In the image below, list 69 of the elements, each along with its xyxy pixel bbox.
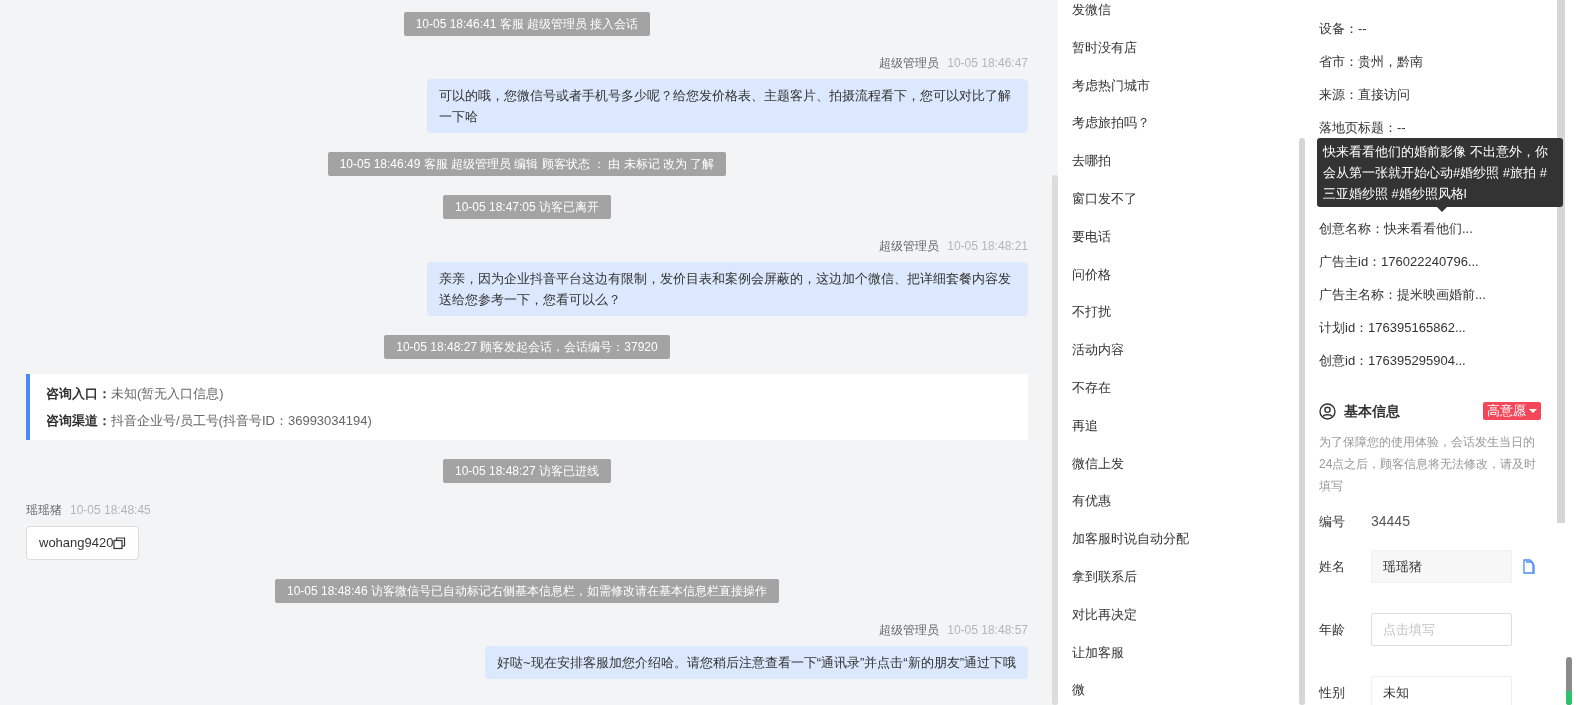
info-value: 未知(暂无入口信息) [111, 386, 224, 401]
message-bubble: 好哒~现在安排客服加您介绍哈。请您稍后注意查看一下“通讯录”并点击“新的朋友”通过下哦 [485, 646, 1028, 679]
scrollbar[interactable] [1557, 0, 1565, 523]
field-value: 34445 [1371, 512, 1410, 531]
detail-row-text: 设备：-- [1319, 20, 1368, 38]
message-time: 10-05 18:46:47 [947, 55, 1028, 71]
caret-icon [1529, 409, 1537, 413]
sender-name: 瑶瑶猪 [26, 502, 62, 518]
detail-row-text: 广告主id：176022240796... [1319, 253, 1480, 271]
system-message: 10-05 18:48:27 顾客发起会话，会话编号：37920 [384, 335, 670, 359]
system-message: 10-05 18:48:46 访客微信号已自动标记右侧基本信息栏，如需修改请在基本信息栏直接操作 [274, 579, 780, 603]
gender-field[interactable]: 未知 [1371, 676, 1512, 705]
name-field[interactable]: 瑶瑶猪 [1371, 550, 1512, 583]
scrollbar[interactable] [1299, 138, 1305, 705]
notice-text: 为了保障您的使用体验，会话发生当日的24点之后，顾客信息将无法修改，请及时填写 [1319, 434, 1538, 495]
message-time: 10-05 18:48:21 [947, 238, 1028, 254]
quick-reply-item[interactable]: 对比再决定 [1072, 595, 1298, 634]
detail-row-text: 计划id：176395165862... [1319, 319, 1467, 337]
quick-reply-item[interactable]: 微 [1072, 671, 1298, 705]
quick-reply-item[interactable]: 考虑热门城市 [1072, 66, 1298, 105]
info-value: 抖音企业号/员工号(抖音号ID：36993034194) [111, 413, 372, 428]
sender-name: 超级管理员 [879, 238, 940, 254]
system-message: 10-05 18:46:49 客服 超级管理员 编辑 顾客状态 ： 由 未标记 改为 了解 [327, 152, 727, 176]
detail-row-text: 创意名称：快来看看他们... [1319, 220, 1474, 238]
message-time: 10-05 18:48:45 [70, 502, 151, 518]
copy-icon[interactable] [113, 536, 127, 550]
user-icon [1319, 402, 1336, 420]
detail-row-text: 来源：直接访问 [1319, 86, 1411, 104]
sender-name: 超级管理员 [879, 55, 940, 71]
intent-dropdown[interactable]: 高意愿 [1483, 402, 1541, 420]
tooltip-arrow-icon [1437, 207, 1447, 212]
info-label: 咨询入口： [46, 386, 111, 401]
quick-reply-item[interactable]: 不打扰 [1072, 293, 1298, 332]
field-label: 编号 [1319, 512, 1346, 531]
detail-row-text: 广告主名称：提米映画婚前... [1319, 286, 1487, 304]
message-bubble: 可以的哦，您微信号或者手机号多少呢？给您发价格表、主题客片、拍摄流程看下，您可以对比了解一下哈 [427, 79, 1028, 133]
system-message: 10-05 18:46:41 客服 超级管理员 接入会话 [403, 12, 651, 36]
field-label: 姓名 [1319, 557, 1346, 576]
quick-reply-item[interactable]: 让加客服 [1072, 633, 1298, 672]
quick-reply-item[interactable]: 问价格 [1072, 255, 1298, 294]
quick-reply-item[interactable]: 暂时没有店 [1072, 28, 1298, 67]
detail-row-text: 省市：贵州，黔南 [1319, 53, 1424, 71]
quick-reply-item[interactable]: 有优惠 [1072, 482, 1298, 521]
sender-name: 超级管理员 [879, 622, 940, 638]
quick-reply-item[interactable]: 加客服时说自动分配 [1072, 520, 1298, 558]
quick-reply-item[interactable]: 发微信 [1072, 0, 1298, 29]
detail-row-text: 创意id：176395295904... [1319, 352, 1467, 370]
scrollbar[interactable] [1052, 175, 1058, 705]
detail-row-text: 落地页标题：-- [1319, 119, 1407, 137]
message-bubble: 亲亲，因为企业抖音平台这边有限制，发价目表和案例会屏蔽的，这边加个微信、把详细套餐内容发送给您参考一下，您看可以么？ [427, 262, 1028, 316]
field-label: 年龄 [1319, 620, 1346, 639]
system-message: 10-05 18:48:27 访客已进线 [442, 459, 612, 483]
message-time: 10-05 18:48:57 [947, 622, 1028, 638]
quick-reply-item[interactable]: 微信上发 [1072, 444, 1298, 483]
quick-reply-item[interactable]: 不存在 [1072, 368, 1298, 407]
message-text: wohang9420 [39, 534, 114, 552]
quick-reply-item[interactable]: 考虑旅拍吗？ [1072, 104, 1298, 143]
scrollbar-thumb[interactable] [1566, 657, 1572, 705]
section-title: 基本信息 [1344, 401, 1400, 421]
quick-reply-item[interactable]: 拿到联系后 [1072, 557, 1298, 596]
tooltip: 快来看看他们的婚前影像 不出意外，你会从第一张就开始心动#婚纱照 #旅拍 #三亚婚纱照 #婚纱照风格l [1317, 138, 1563, 207]
quick-reply-item[interactable]: 窗口发不了 [1072, 180, 1298, 218]
quick-reply-item[interactable]: 再追 [1072, 406, 1298, 445]
quick-reply-item[interactable]: 去哪拍 [1072, 142, 1298, 180]
quick-reply-item[interactable]: 要电话 [1072, 217, 1298, 256]
field-label: 性别 [1319, 683, 1346, 702]
quick-reply-item[interactable]: 活动内容 [1072, 331, 1298, 369]
info-label: 咨询渠道： [46, 413, 111, 428]
system-message: 10-05 18:47:05 访客已离开 [442, 195, 612, 219]
